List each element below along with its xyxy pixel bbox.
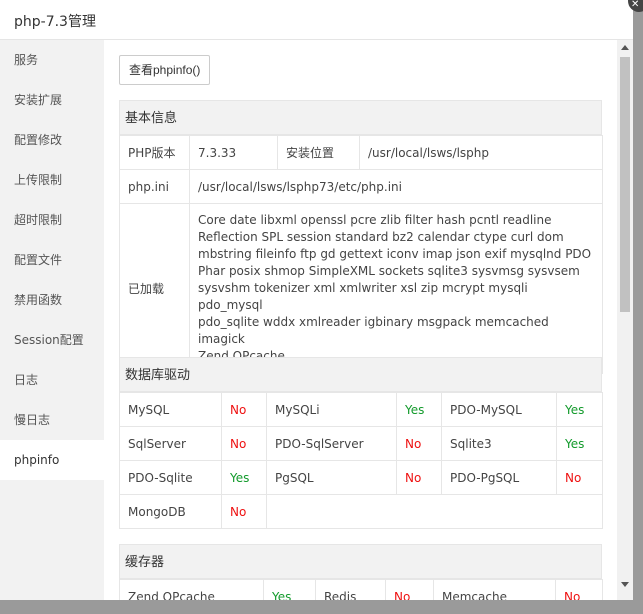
scroll-down-arrow-icon[interactable]	[621, 582, 629, 587]
php-version-value: 7.3.33	[189, 135, 278, 170]
php-ini-value: /usr/local/lsws/lsphp73/etc/php.ini	[189, 169, 603, 204]
content-scrollbar[interactable]	[617, 40, 633, 600]
loaded-line: mbstring fileinfo ftp gd gettext iconv i…	[198, 247, 592, 261]
cache-status: Yes	[263, 579, 316, 600]
sidebar-item-install-extension[interactable]: 安装扩展	[0, 80, 104, 120]
db-drivers-header: 数据库驱动	[119, 357, 602, 392]
content-panel: 查看phpinfo() 基本信息 PHP版本 7.3.33 安装位置 /usr/…	[104, 40, 617, 600]
loaded-line: sysvshm tokenizer xml xmlwriter xsl zip …	[198, 281, 528, 312]
driver-status: No	[221, 494, 267, 529]
loaded-line: Core date libxml openssl pcre zlib filte…	[198, 213, 552, 227]
cache-name: Memcache	[433, 579, 556, 600]
table-row: MongoDB No	[119, 494, 603, 529]
driver-status: No	[221, 392, 267, 427]
driver-status: Yes	[556, 426, 603, 461]
db-drivers-table: MySQL No MySQLi Yes PDO-MySQL Yes SqlSer…	[119, 392, 603, 529]
driver-name: MongoDB	[119, 494, 222, 529]
install-path-value: /usr/local/lsws/lsphp	[359, 135, 603, 170]
driver-name: PgSQL	[266, 460, 397, 495]
driver-name: PDO-SqlServer	[266, 426, 397, 461]
install-path-label: 安装位置	[277, 135, 360, 170]
table-row: Zend OPcache Yes Redis No Memcache No	[119, 579, 603, 600]
driver-name: Sqlite3	[441, 426, 557, 461]
driver-name: PDO-MySQL	[441, 392, 557, 427]
sidebar: 服务 安装扩展 配置修改 上传限制 超时限制 配置文件 禁用函数 Session…	[0, 40, 104, 600]
driver-status: No	[396, 460, 442, 495]
empty-cell	[266, 494, 603, 529]
driver-status: No	[221, 426, 267, 461]
driver-status: No	[556, 460, 603, 495]
driver-name: MySQL	[119, 392, 222, 427]
driver-name: SqlServer	[119, 426, 222, 461]
driver-status: Yes	[556, 392, 603, 427]
table-row: SqlServer No PDO-SqlServer No Sqlite3 Ye…	[119, 426, 603, 461]
sidebar-item-config-file[interactable]: 配置文件	[0, 240, 104, 280]
table-row: php.ini /usr/local/lsws/lsphp73/etc/php.…	[119, 169, 603, 204]
close-icon: ✕	[631, 0, 640, 10]
driver-name: PDO-Sqlite	[119, 460, 222, 495]
loaded-label: 已加载	[119, 203, 190, 374]
loaded-line: Reflection SPL session standard bz2 cale…	[198, 230, 564, 244]
table-row: PDO-Sqlite Yes PgSQL No PDO-PgSQL No	[119, 460, 603, 495]
table-row: MySQL No MySQLi Yes PDO-MySQL Yes	[119, 392, 603, 427]
driver-status: Yes	[221, 460, 267, 495]
driver-status: No	[396, 426, 442, 461]
sidebar-item-log[interactable]: 日志	[0, 360, 104, 400]
table-row: PHP版本 7.3.33 安装位置 /usr/local/lsws/lsphp	[119, 135, 603, 170]
cache-status: No	[385, 579, 434, 600]
scroll-thumb[interactable]	[620, 57, 630, 312]
loaded-line: pdo_sqlite wddx xmlreader igbinary msgpa…	[198, 315, 549, 346]
cache-header: 缓存器	[119, 544, 602, 579]
sidebar-item-config-edit[interactable]: 配置修改	[0, 120, 104, 160]
driver-status: Yes	[396, 392, 442, 427]
sidebar-item-disabled-functions[interactable]: 禁用函数	[0, 280, 104, 320]
sidebar-item-timeout-limit[interactable]: 超时限制	[0, 200, 104, 240]
driver-name: MySQLi	[266, 392, 397, 427]
table-row: 已加载 Core date libxml openssl pcre zlib f…	[119, 203, 603, 374]
cache-name: Redis	[315, 579, 386, 600]
php-ini-label: php.ini	[119, 169, 190, 204]
basic-info-table: PHP版本 7.3.33 安装位置 /usr/local/lsws/lsphp …	[119, 135, 603, 374]
basic-info-header: 基本信息	[119, 100, 602, 135]
window-title: php-7.3管理	[14, 14, 96, 30]
scroll-up-arrow-icon[interactable]	[621, 45, 629, 50]
sidebar-item-session-config[interactable]: Session配置	[0, 320, 104, 360]
cache-table: Zend OPcache Yes Redis No Memcache No	[119, 579, 603, 600]
loaded-line: Phar posix shmop SimpleXML sockets sqlit…	[198, 264, 580, 278]
driver-name: PDO-PgSQL	[441, 460, 557, 495]
sidebar-item-slow-log[interactable]: 慢日志	[0, 400, 104, 440]
php-manager-window: php-7.3管理 服务 安装扩展 配置修改 上传限制 超时限制 配置文件 禁用…	[0, 0, 633, 600]
sidebar-item-phpinfo[interactable]: phpinfo	[0, 440, 104, 480]
loaded-extensions: Core date libxml openssl pcre zlib filte…	[189, 203, 603, 374]
view-phpinfo-button[interactable]: 查看phpinfo()	[119, 55, 211, 85]
sidebar-item-upload-limit[interactable]: 上传限制	[0, 160, 104, 200]
cache-status: No	[555, 579, 603, 600]
php-version-label: PHP版本	[119, 135, 190, 170]
cache-name: Zend OPcache	[119, 579, 264, 600]
sidebar-item-service[interactable]: 服务	[0, 40, 104, 80]
titlebar: php-7.3管理	[0, 0, 633, 40]
